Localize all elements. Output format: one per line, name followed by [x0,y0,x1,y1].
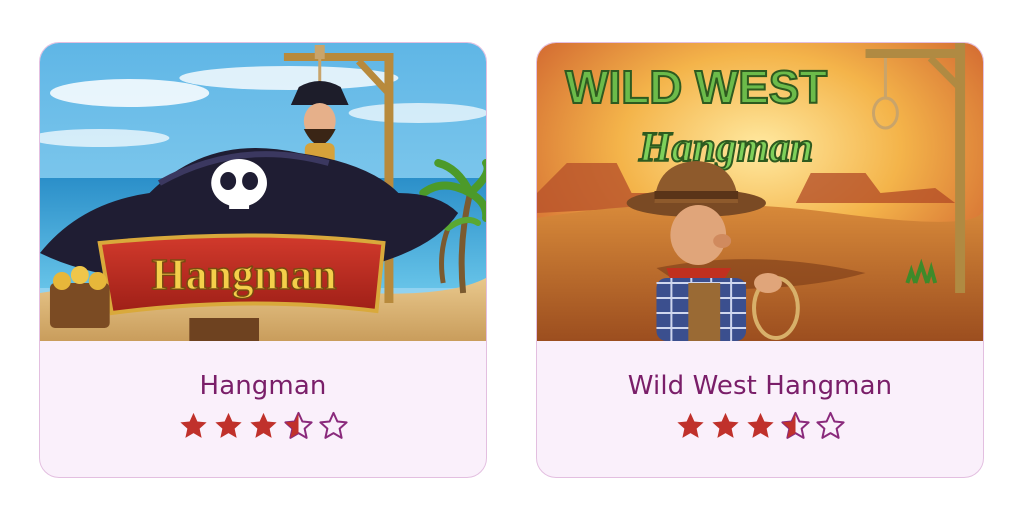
star-full-icon [675,411,706,441]
star-full-icon [213,411,244,441]
game-card-wild-west-hangman[interactable]: WILD WEST Hangman Wild West Hangman [536,42,984,478]
star-full-icon [745,411,776,441]
star-half-icon [780,411,811,441]
star-empty-icon [815,411,846,441]
rating-stars [537,411,983,441]
cowboy-hangman-illustration: WILD WEST Hangman [537,43,983,341]
svg-text:WILD WEST: WILD WEST [565,61,827,113]
rating-stars [40,411,486,441]
star-full-icon [248,411,279,441]
svg-text:Hangman: Hangman [638,125,813,171]
star-full-icon [178,411,209,441]
pirate-hangman-illustration: Hangman [40,43,486,341]
wild-west-hangman-thumbnail[interactable]: WILD WEST Hangman [537,43,983,341]
game-title[interactable]: Hangman [40,371,486,401]
star-half-icon [283,411,314,441]
star-empty-icon [318,411,349,441]
hangman-thumbnail[interactable]: Hangman [40,43,486,341]
game-card-caption: Hangman [40,341,486,477]
svg-text:Hangman: Hangman [152,251,337,299]
game-card-caption: Wild West Hangman [537,341,983,477]
game-title[interactable]: Wild West Hangman [537,371,983,401]
game-card-hangman[interactable]: Hangman Hangman [39,42,487,478]
star-full-icon [710,411,741,441]
